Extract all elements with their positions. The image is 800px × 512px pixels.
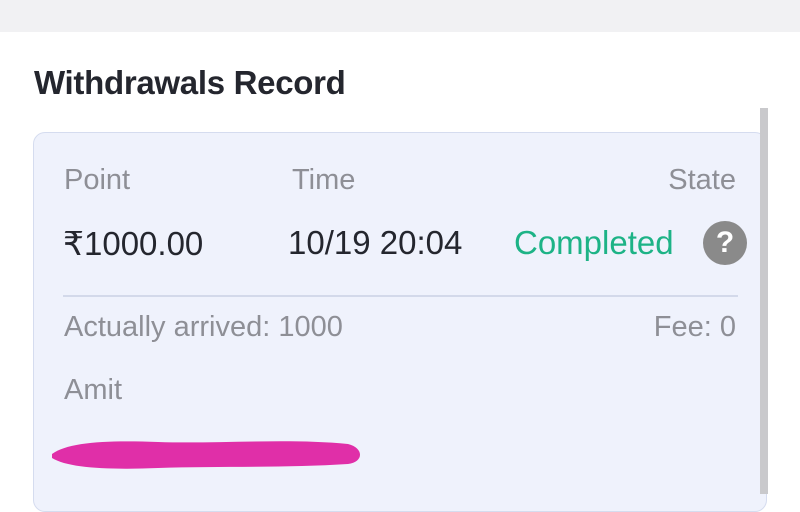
time-header: Time (292, 164, 356, 196)
fee-text: Fee: 0 (653, 311, 736, 343)
account-holder-name: Amit (64, 374, 122, 406)
state-header: State (668, 164, 736, 196)
divider (63, 295, 738, 297)
withdrawal-amount: ₹1000.00 (63, 225, 204, 262)
section-title: Withdrawals Record (34, 64, 346, 101)
actually-arrived-text: Actually arrived: 1000 (64, 311, 343, 343)
redaction-marker (52, 441, 360, 469)
question-mark-icon[interactable]: ? (703, 221, 747, 265)
point-header: Point (64, 164, 131, 196)
scrollbar[interactable] (760, 108, 768, 494)
withdrawal-time: 10/19 20:04 (288, 224, 463, 261)
status-completed: Completed (514, 224, 674, 261)
top-separator-band (0, 0, 800, 32)
